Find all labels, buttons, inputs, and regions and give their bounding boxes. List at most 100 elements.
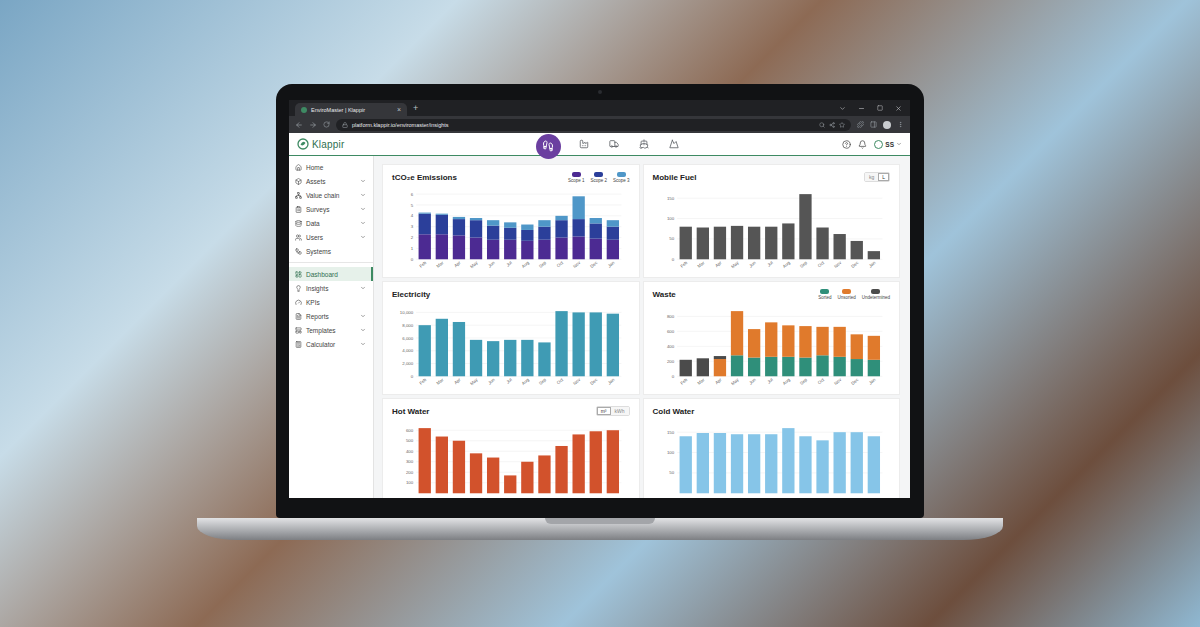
chart-bar[interactable] <box>850 241 862 259</box>
sidebar-item[interactable]: Home <box>289 160 373 174</box>
sidebar-item[interactable]: Data <box>289 216 373 230</box>
bar-stack[interactable] <box>765 322 777 376</box>
sidebar-item[interactable]: Reports <box>289 309 373 323</box>
bar-stack[interactable] <box>747 227 759 260</box>
chart-bar[interactable] <box>607 240 619 260</box>
chart-bar[interactable] <box>782 428 794 493</box>
bar-stack[interactable] <box>850 432 862 493</box>
chart-bar[interactable] <box>679 227 691 260</box>
chart-bar[interactable] <box>453 217 465 219</box>
bar-stack[interactable] <box>487 220 499 259</box>
tab-close-button[interactable]: × <box>397 106 401 113</box>
chart-bar[interactable] <box>436 234 448 259</box>
chart-bar[interactable] <box>504 240 516 260</box>
forward-icon[interactable] <box>309 121 317 129</box>
chart-bar[interactable] <box>419 428 431 493</box>
bar-stack[interactable] <box>782 325 794 376</box>
chart-bar[interactable] <box>555 446 567 493</box>
unit-option[interactable]: kWh <box>611 407 629 415</box>
chart-bar[interactable] <box>572 196 584 219</box>
bar-stack[interactable] <box>419 213 431 260</box>
chart-bar[interactable] <box>590 239 602 260</box>
bar-stack[interactable] <box>730 311 742 376</box>
bar-stack[interactable] <box>679 360 691 376</box>
chart-bar[interactable] <box>590 431 602 493</box>
bar-stack[interactable] <box>833 432 845 493</box>
bar-stack[interactable] <box>607 220 619 259</box>
chart-bar[interactable] <box>487 458 499 494</box>
chart-bar[interactable] <box>419 213 431 214</box>
chart-bar[interactable] <box>453 235 465 259</box>
close-icon[interactable] <box>895 105 902 112</box>
unit-option[interactable]: m³ <box>597 407 611 415</box>
bar-stack[interactable] <box>453 441 465 494</box>
sidebar-item[interactable]: Surveys <box>289 202 373 216</box>
chart-bar[interactable] <box>538 227 550 240</box>
bar-stack[interactable] <box>555 446 567 493</box>
bar-stack[interactable] <box>538 455 550 493</box>
chart-bar[interactable] <box>419 234 431 259</box>
chart-bar[interactable] <box>816 228 828 260</box>
bar-stack[interactable] <box>436 437 448 494</box>
sidebar-item[interactable]: Dashboard <box>289 267 373 281</box>
bar-stack[interactable] <box>572 196 584 259</box>
bar-stack[interactable] <box>538 220 550 259</box>
chart-bar[interactable] <box>816 440 828 493</box>
chart-bar[interactable] <box>833 327 845 357</box>
chart-bar[interactable] <box>730 226 742 259</box>
chart-bar[interactable] <box>607 220 619 227</box>
bar-stack[interactable] <box>538 342 550 376</box>
module-button[interactable] <box>536 134 561 159</box>
bar-stack[interactable] <box>453 322 465 376</box>
module-button[interactable] <box>577 137 591 151</box>
new-tab-button[interactable]: + <box>413 104 418 113</box>
chart-bar[interactable] <box>470 340 482 376</box>
bar-stack[interactable] <box>696 433 708 493</box>
bar-stack[interactable] <box>782 428 794 493</box>
chart-bar[interactable] <box>470 453 482 493</box>
bar-stack[interactable] <box>504 475 516 493</box>
bar-stack[interactable] <box>419 325 431 376</box>
chart-bar[interactable] <box>867 436 879 493</box>
chart-bar[interactable] <box>730 434 742 493</box>
chart-bar[interactable] <box>487 220 499 225</box>
bar-stack[interactable] <box>713 356 725 376</box>
bar-stack[interactable] <box>470 340 482 376</box>
bar-stack[interactable] <box>850 241 862 259</box>
chart-bar[interactable] <box>850 359 862 376</box>
chart-bar[interactable] <box>713 433 725 493</box>
star-icon[interactable] <box>839 122 845 128</box>
bar-stack[interactable] <box>555 216 567 259</box>
bar-stack[interactable] <box>747 434 759 493</box>
chart-bar[interactable] <box>555 311 567 376</box>
chart-bar[interactable] <box>521 462 533 494</box>
extensions-icon[interactable] <box>857 121 864 128</box>
bar-stack[interactable] <box>765 227 777 260</box>
chart-bar[interactable] <box>730 355 742 376</box>
chart-bar[interactable] <box>867 336 879 360</box>
chart-bar[interactable] <box>555 238 567 260</box>
legend-item[interactable]: Sorted <box>818 289 831 300</box>
chart-bar[interactable] <box>538 342 550 376</box>
chart-bar[interactable] <box>850 334 862 359</box>
chart-bar[interactable] <box>816 355 828 376</box>
bar-stack[interactable] <box>765 434 777 493</box>
chart-bar[interactable] <box>765 434 777 493</box>
bar-stack[interactable] <box>867 336 879 376</box>
bar-stack[interactable] <box>799 194 811 259</box>
sidebar-item[interactable]: Users <box>289 230 373 244</box>
chart-bar[interactable] <box>572 219 584 236</box>
bar-stack[interactable] <box>590 218 602 259</box>
bar-stack[interactable] <box>713 227 725 260</box>
chart-bar[interactable] <box>521 225 533 230</box>
chart-bar[interactable] <box>747 358 759 377</box>
legend-item[interactable]: Unsorted <box>837 289 855 300</box>
chart-bar[interactable] <box>765 322 777 356</box>
bar-stack[interactable] <box>590 312 602 376</box>
chart-bar[interactable] <box>782 325 794 356</box>
url-field[interactable]: platform.klappir.io/enviromaster/insight… <box>336 119 851 131</box>
sidebar-item[interactable]: KPIs <box>289 295 373 309</box>
bar-stack[interactable] <box>747 329 759 376</box>
chart-bar[interactable] <box>504 340 516 376</box>
bar-stack[interactable] <box>730 434 742 493</box>
